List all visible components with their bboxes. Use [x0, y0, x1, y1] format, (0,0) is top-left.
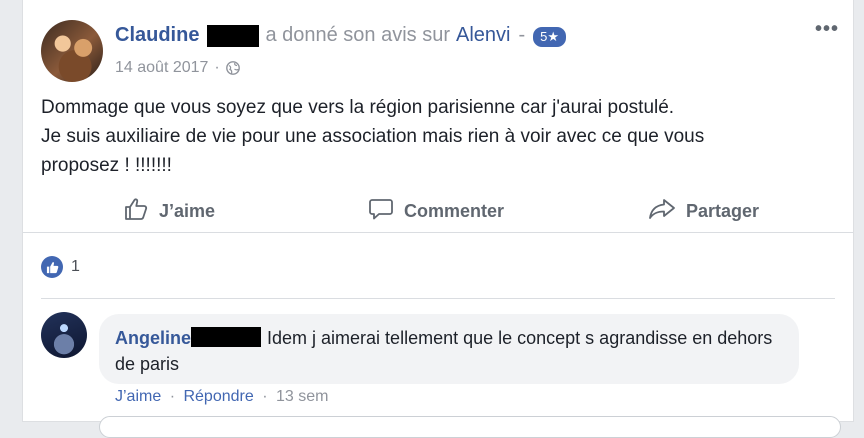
share-button[interactable]: Partager — [648, 192, 759, 230]
header-separator: - — [518, 24, 526, 46]
commenter-name-link[interactable]: Angeline — [115, 328, 191, 348]
post-card: Claudine a donné son avis sur Alenvi - 5… — [22, 0, 854, 438]
post-text-line: Dommage que vous soyez que vers la régio… — [41, 97, 675, 118]
like-label: J’aime — [159, 200, 216, 221]
thumbs-up-icon — [123, 196, 159, 227]
meta-dot: · — [169, 388, 176, 405]
share-label: Partager — [686, 200, 760, 221]
review-action-text: a donné son avis sur — [265, 24, 451, 46]
author-name-link[interactable]: Claudine — [115, 24, 199, 47]
post-text-line: proposez ! !!!!!!! — [41, 155, 172, 176]
divider — [41, 298, 835, 299]
share-arrow-icon — [648, 196, 686, 227]
comment-meta: J’aime · Répondre · 13 sem — [115, 388, 328, 406]
thumbs-up-icon — [41, 256, 63, 278]
comment-reply-link[interactable]: Répondre — [183, 388, 253, 405]
redacted-surname — [207, 24, 260, 47]
post-text-line: Je suis auxiliaire de vie pour une assoc… — [41, 126, 705, 147]
comment-bubble: Angeline Idem j aimerai tellement que le … — [99, 314, 799, 384]
post-actions-bar: J’aime Commenter Partager — [23, 192, 853, 233]
comment-time[interactable]: 13 sem — [276, 388, 328, 405]
comment-label: Commenter — [404, 200, 505, 221]
globe-icon[interactable] — [225, 61, 240, 75]
post-header-line: Claudine a donné son avis sur Alenvi - 5… — [115, 24, 567, 47]
page-name-link[interactable]: Alenvi — [456, 24, 510, 47]
meta-dot: · — [214, 59, 220, 76]
comment-input-partial[interactable] — [99, 416, 841, 438]
like-button[interactable]: J’aime — [123, 192, 215, 230]
comment-button[interactable]: Commenter — [368, 192, 504, 230]
post-body: Dommage que vous soyez que vers la régio… — [41, 93, 831, 180]
reactions-summary[interactable]: 1 — [41, 256, 80, 278]
reaction-count: 1 — [71, 258, 80, 275]
more-options-icon[interactable]: ••• — [815, 19, 839, 39]
post-meta: 14 août 2017 · — [115, 59, 240, 77]
comment-like-link[interactable]: J’aime — [115, 388, 161, 405]
rating-badge[interactable]: 5★ — [533, 26, 567, 47]
post-date[interactable]: 14 août 2017 — [115, 59, 208, 77]
post-header: Claudine a donné son avis sur Alenvi - 5… — [23, 0, 853, 90]
commenter-avatar[interactable] — [41, 312, 87, 358]
meta-dot: · — [262, 388, 268, 405]
comment-bubble-icon — [368, 196, 404, 227]
redacted-surname — [191, 327, 262, 347]
author-avatar[interactable] — [41, 20, 103, 82]
